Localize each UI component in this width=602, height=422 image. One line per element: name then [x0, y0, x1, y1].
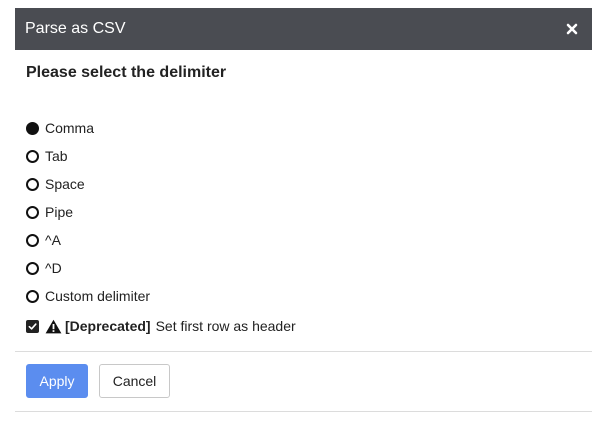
radio-icon[interactable]	[26, 205, 39, 219]
delimiter-option-ctrl-d[interactable]: ^D	[26, 254, 150, 282]
deprecated-tag: [Deprecated]	[65, 318, 151, 334]
option-label: Space	[45, 176, 85, 192]
option-label: ^A	[45, 232, 61, 248]
cancel-button[interactable]: Cancel	[99, 364, 170, 398]
radio-selected-icon[interactable]	[26, 121, 39, 135]
apply-button[interactable]: Apply	[26, 364, 88, 398]
delimiter-heading: Please select the delimiter	[26, 64, 227, 81]
option-label: Comma	[45, 120, 95, 136]
radio-icon[interactable]	[26, 149, 39, 163]
delimiter-option-pipe[interactable]: Pipe	[26, 198, 150, 226]
dialog-titlebar: Parse as CSV	[15, 8, 592, 50]
radio-icon[interactable]	[26, 289, 39, 303]
radio-icon[interactable]	[26, 233, 39, 247]
delimiter-option-space[interactable]: Space	[26, 170, 150, 198]
option-label: Custom delimiter	[45, 288, 151, 304]
option-label: ^D	[45, 260, 62, 276]
option-label: Tab	[45, 148, 68, 164]
radio-icon[interactable]	[26, 261, 39, 275]
first-row-header-option[interactable]: [Deprecated] Set first row as header	[26, 316, 296, 336]
header-checkbox[interactable]	[26, 319, 39, 333]
warning-icon	[45, 319, 62, 334]
delimiter-option-ctrl-a[interactable]: ^A	[26, 226, 150, 254]
parse-csv-dialog: Parse as CSV Please select the delimiter…	[0, 0, 602, 422]
bottom-divider	[15, 411, 592, 412]
delimiter-option-tab[interactable]: Tab	[26, 142, 150, 170]
radio-icon[interactable]	[26, 177, 39, 191]
option-label: Pipe	[45, 204, 74, 220]
close-icon[interactable]	[562, 19, 582, 39]
delimiter-option-custom[interactable]: Custom delimiter	[26, 282, 150, 310]
delimiter-option-comma[interactable]: Comma	[26, 114, 150, 142]
dialog-title: Parse as CSV	[25, 20, 126, 37]
header-option-label: Set first row as header	[155, 318, 296, 334]
checkmark-icon	[28, 322, 37, 330]
footer-divider	[15, 351, 592, 352]
delimiter-options: Comma Tab Space Pipe ^A ^D Custom delimi…	[26, 114, 150, 310]
